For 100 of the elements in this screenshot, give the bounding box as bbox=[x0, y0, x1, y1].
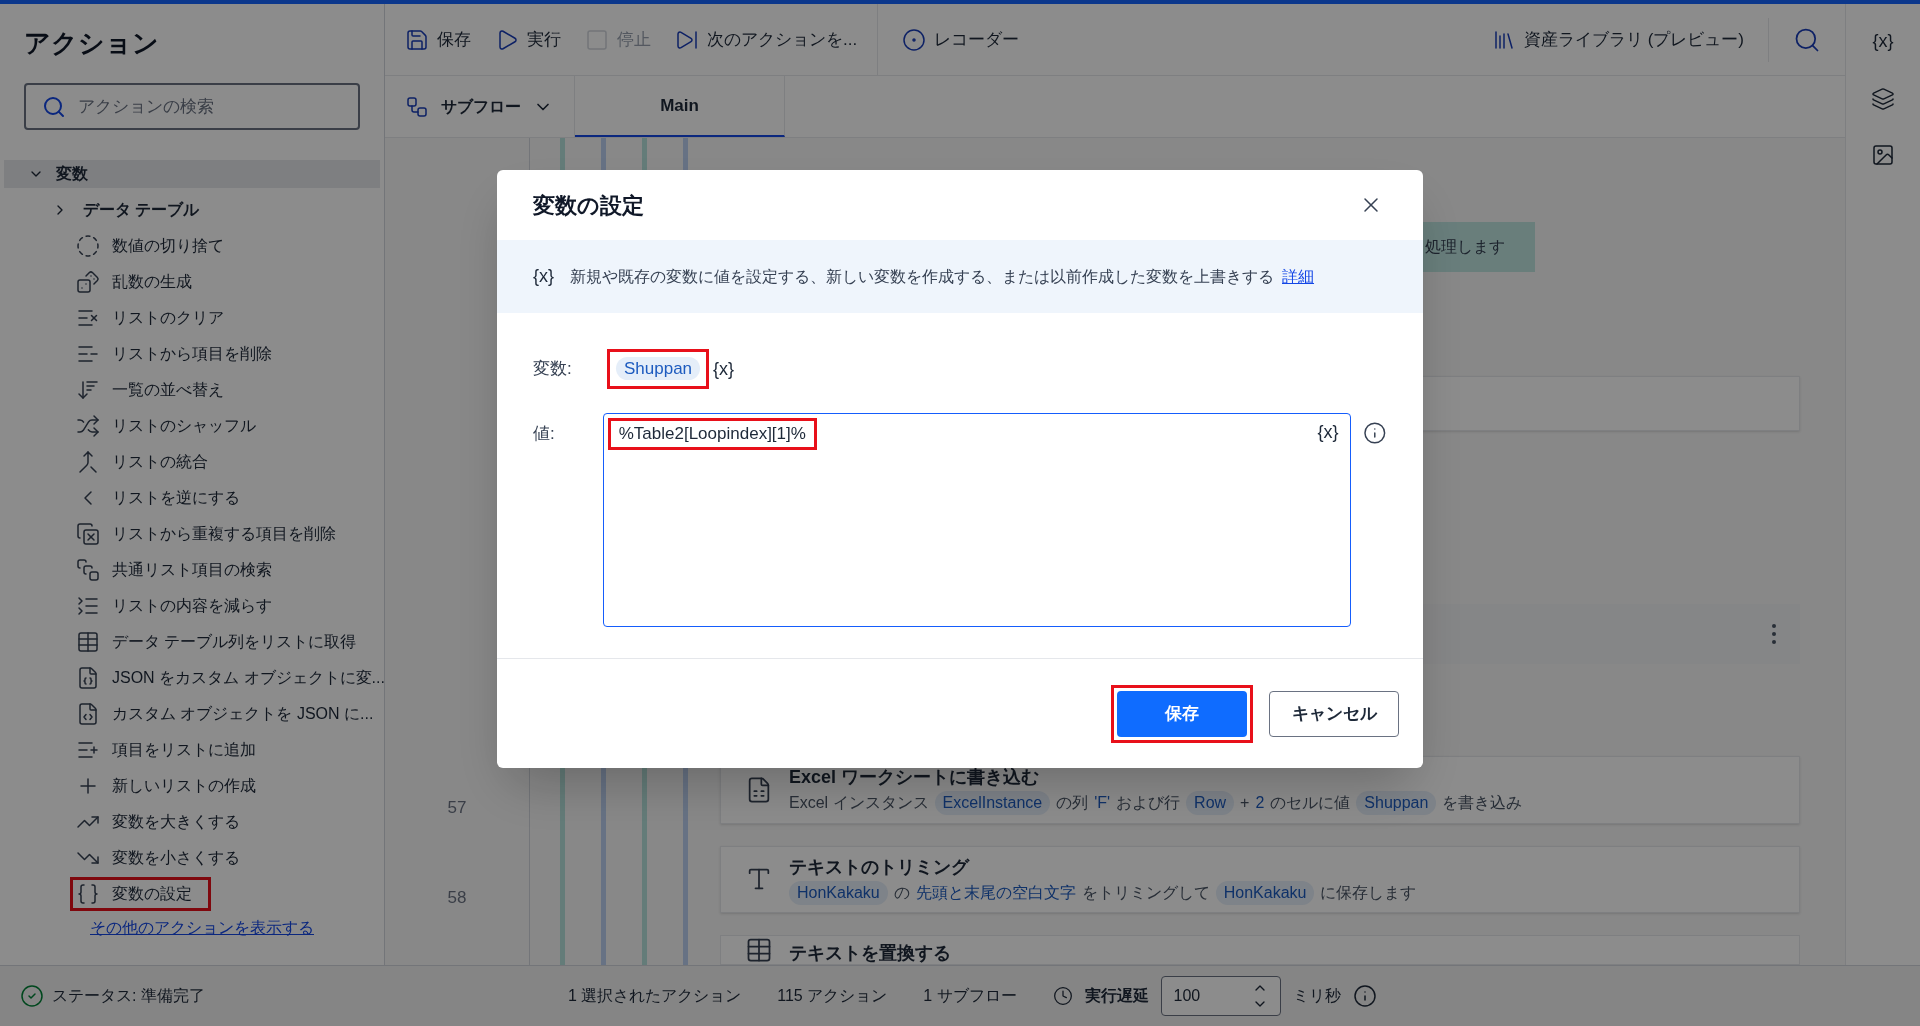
variable-symbol: {x} bbox=[533, 265, 555, 288]
variable-chip[interactable]: Shuppan bbox=[607, 349, 710, 389]
step-text: Excel インスタンス bbox=[789, 793, 929, 814]
action-item[interactable]: リストから項目を削除 bbox=[70, 337, 291, 371]
step-text: のセルに値 bbox=[1270, 793, 1351, 814]
flow-tab[interactable]: Main bbox=[575, 76, 785, 137]
action-item[interactable]: 変数の設定 bbox=[70, 877, 211, 911]
action-item[interactable]: データ テーブル列をリストに取得 bbox=[70, 625, 376, 659]
step-text: をトリミングして bbox=[1081, 882, 1210, 903]
action-item[interactable]: 変数を大きくする bbox=[70, 805, 259, 839]
document-icon bbox=[76, 702, 100, 726]
value-field[interactable]: %Table2[Loopindex][1]% {x} bbox=[602, 413, 1352, 627]
status-text: ステータス: 準備完了 bbox=[52, 986, 205, 1006]
step-text: の bbox=[893, 882, 910, 903]
delay-field[interactable]: 100 bbox=[1160, 976, 1281, 1016]
variable-token: HonKakaku bbox=[789, 880, 888, 905]
save-button[interactable]: 保存 bbox=[1117, 690, 1247, 737]
value-text: 先頭と末尾の空白文字 bbox=[915, 882, 1076, 903]
step-card[interactable]: テキストのトリミング HonKakaku の 先頭と末尾の空白文字 をトリミングして HonKakaku に保存します bbox=[720, 845, 1800, 914]
record-icon bbox=[902, 27, 927, 52]
square-icon bbox=[585, 27, 609, 52]
toolbar-button[interactable]: 保存 bbox=[405, 26, 471, 53]
save-icon bbox=[405, 27, 429, 52]
table-icon bbox=[745, 936, 773, 964]
search-field[interactable]: アクションの検索 bbox=[24, 83, 360, 130]
search-icon bbox=[42, 94, 66, 119]
value-text: 2 bbox=[1255, 793, 1265, 814]
delay-input[interactable]: 100 bbox=[1173, 984, 1234, 1008]
field-label: 変数: bbox=[533, 358, 573, 381]
images-button[interactable] bbox=[1871, 143, 1895, 167]
step-title: テキストのトリミング bbox=[789, 855, 971, 879]
sort-icon bbox=[76, 378, 100, 402]
asset-library-button[interactable]: 資産ライブラリ (プレビュー) bbox=[1467, 17, 1769, 62]
action-item[interactable]: 項目をリストに追加 bbox=[70, 733, 275, 767]
action-item[interactable]: リストを逆にする bbox=[70, 481, 259, 515]
table-icon bbox=[76, 630, 100, 654]
action-item[interactable]: リストのクリア bbox=[70, 301, 243, 335]
selected-count: 1 選択されたアクション bbox=[567, 986, 742, 1006]
subflow-dropdown[interactable]: サブフロー bbox=[385, 76, 575, 137]
recorder-button[interactable]: レコーダー bbox=[878, 26, 1044, 53]
step-text: を書き込み bbox=[1442, 793, 1523, 814]
flow-icon bbox=[405, 94, 429, 119]
action-item[interactable]: リストの統合 bbox=[70, 445, 227, 479]
action-item[interactable]: リストのシャッフル bbox=[70, 409, 275, 443]
more-actions-link[interactable]: その他のアクションを表示する bbox=[90, 916, 384, 940]
document-icon bbox=[76, 666, 100, 690]
step-text: および行 bbox=[1116, 793, 1181, 814]
info-icon bbox=[1363, 421, 1387, 445]
dice-icon bbox=[76, 270, 100, 294]
unit-label: ミリ秒 bbox=[1292, 986, 1341, 1006]
action-item[interactable]: 数値の切り捨て bbox=[70, 229, 243, 263]
variables-button[interactable]: {x} bbox=[1872, 28, 1894, 55]
line-number: 58 bbox=[447, 887, 467, 910]
more-icon[interactable] bbox=[1772, 624, 1776, 645]
action-item[interactable]: 共通リスト項目の検索 bbox=[70, 553, 291, 587]
action-item[interactable]: リストから重複する項目を削除 bbox=[70, 517, 355, 551]
list-icon bbox=[76, 594, 100, 618]
variable-token: HonKakaku bbox=[1215, 880, 1315, 905]
clock-icon bbox=[1052, 986, 1073, 1006]
step-text: + bbox=[1240, 793, 1250, 814]
shuffle-icon bbox=[76, 414, 100, 438]
description-text: 新規や既存の変数に値を設定する、新しい変数を作成する、または以前作成した変数を上書きする bbox=[570, 266, 1275, 287]
action-item[interactable]: 一覧の並べ替え bbox=[70, 373, 243, 407]
value-text: %Table2[Loopindex][1]% bbox=[607, 418, 817, 450]
toolbar-button[interactable]: 次のアクションを... bbox=[675, 26, 858, 53]
field-label: 値: bbox=[533, 423, 556, 445]
action-item[interactable]: リストの内容を減らす bbox=[70, 589, 291, 623]
panel-title: アクション bbox=[23, 27, 160, 60]
step-text: の列 bbox=[1056, 793, 1089, 814]
copy-icon bbox=[76, 522, 100, 546]
group-label: 変数 bbox=[56, 164, 88, 184]
action-item[interactable]: 新しいリストの作成 bbox=[70, 769, 275, 803]
step-title: Excel ワークシートに書き込む bbox=[789, 766, 1041, 790]
variable-token: Shuppan bbox=[1356, 791, 1437, 816]
cancel-button[interactable]: キャンセル bbox=[1269, 690, 1399, 737]
delay-label: 実行遅延 bbox=[1084, 986, 1149, 1006]
dialog-title: 変数の設定 bbox=[533, 191, 644, 220]
details-link[interactable]: 詳細 bbox=[1282, 264, 1315, 289]
folder-item[interactable]: データ テーブル bbox=[80, 195, 203, 225]
info-icon bbox=[1352, 984, 1377, 1008]
layers-button[interactable] bbox=[1871, 87, 1895, 111]
variable-token: ExcelInstance bbox=[934, 791, 1051, 816]
step-text: に保存します bbox=[1320, 882, 1417, 903]
variable-token: Row bbox=[1186, 791, 1235, 816]
step-title: テキストを置換する bbox=[789, 942, 951, 964]
group-header[interactable]: 変数 bbox=[4, 160, 380, 188]
insert-variable-button[interactable]: {x} bbox=[1317, 418, 1339, 446]
subflow-count: 1 サブフロー bbox=[923, 986, 1017, 1006]
braces-icon bbox=[76, 882, 100, 906]
check-icon bbox=[20, 984, 44, 1008]
action-item[interactable]: 乱数の生成 bbox=[70, 265, 211, 299]
merge-icon bbox=[76, 450, 100, 474]
toolbar-button[interactable]: 実行 bbox=[495, 26, 561, 53]
insert-variable-button[interactable]: {x} bbox=[713, 355, 735, 383]
action-count: 115 アクション bbox=[777, 986, 888, 1006]
action-item[interactable]: 変数を小さくする bbox=[70, 841, 259, 875]
circle-icon bbox=[76, 234, 100, 258]
stack-icon bbox=[76, 558, 100, 582]
search-input[interactable]: アクションの検索 bbox=[78, 93, 299, 120]
line-number: 57 bbox=[447, 797, 467, 820]
